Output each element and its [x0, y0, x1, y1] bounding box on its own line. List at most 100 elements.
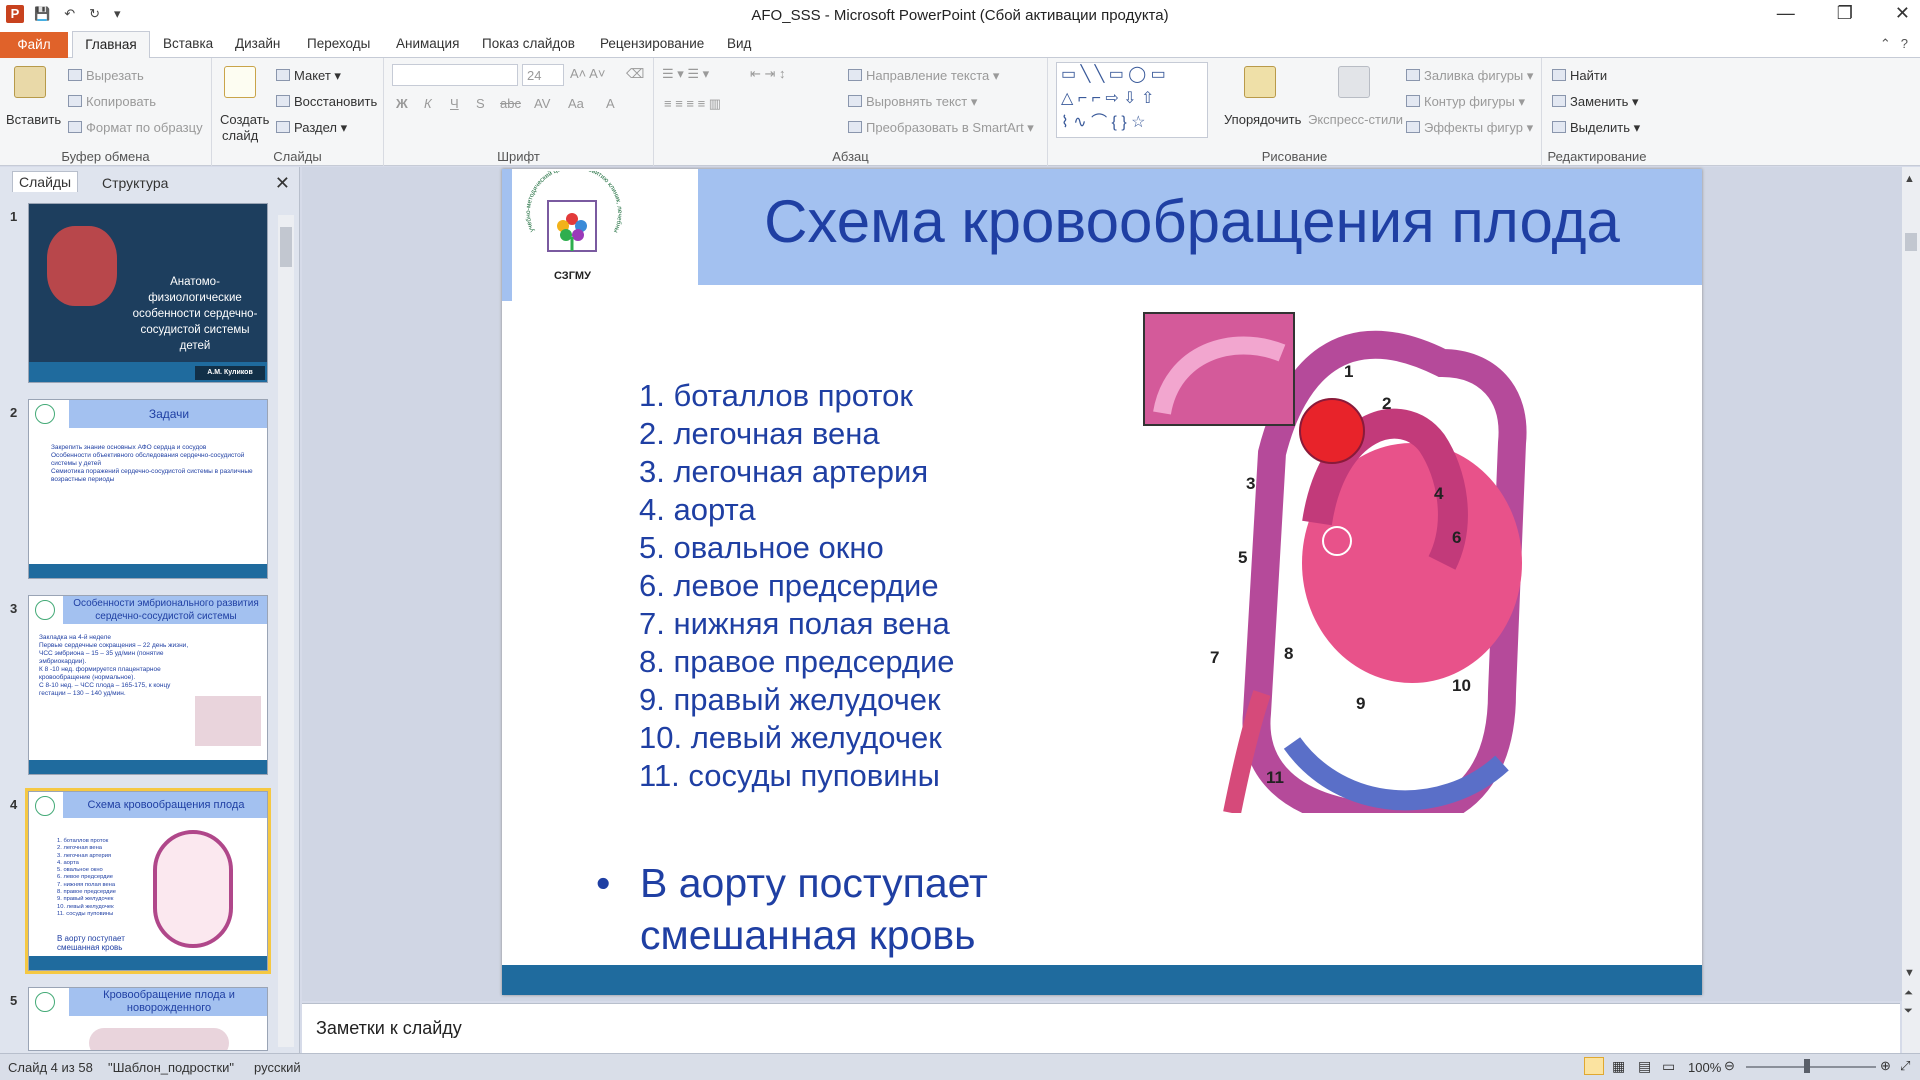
paste-icon[interactable]: [14, 66, 46, 98]
new-slide-button-line2[interactable]: слайд: [222, 128, 258, 143]
slide-thumbnail-2[interactable]: Задачи Закрепить знание основных АФО сер…: [28, 399, 268, 579]
slide-edit-area: учебно-методический центр по развитию кл…: [302, 167, 1902, 1001]
align-text-button[interactable]: Выровнять текст ▾: [848, 94, 977, 110]
help-icon[interactable]: ?: [1901, 36, 1908, 52]
tab-slideshow[interactable]: Показ слайдов: [482, 36, 575, 51]
list-item: 9. правый желудочек: [639, 682, 941, 717]
zoom-level[interactable]: 100%: [1688, 1060, 1721, 1075]
prev-slide-icon[interactable]: ⏶: [1904, 987, 1913, 1000]
tab-insert[interactable]: Вставка: [163, 36, 213, 51]
next-slide-icon[interactable]: ⏷: [1904, 1005, 1913, 1018]
thumb-line: 4. аорта: [57, 859, 79, 866]
font-grow-icon[interactable]: A˄ A˅: [570, 66, 605, 81]
section-button[interactable]: Раздел ▾: [276, 120, 347, 136]
theme-name[interactable]: "Шаблон_подростки": [108, 1060, 234, 1075]
notes-pane[interactable]: Заметки к слайду: [302, 1003, 1900, 1053]
bullets-icon[interactable]: ☰ ▾ ☰ ▾: [662, 66, 709, 82]
ribbon-tabs: Файл Главная Вставка Дизайн Переходы Ани…: [0, 30, 1920, 59]
char-spacing-button[interactable]: AV: [534, 96, 550, 111]
zoom-slider-handle[interactable]: [1804, 1059, 1810, 1073]
slide-thumbnail-1[interactable]: Анатомо-физиологические особенности серд…: [28, 203, 268, 383]
tab-view[interactable]: Вид: [727, 36, 751, 51]
structure-list[interactable]: 1. боталлов проток 2. легочная вена 3. л…: [639, 377, 955, 795]
thumb-line: 5. овальное окно: [57, 867, 103, 874]
scroll-up-icon[interactable]: ▲: [1904, 173, 1915, 185]
font-size-select[interactable]: 24: [522, 64, 564, 86]
strikethrough-button[interactable]: abc: [500, 96, 521, 111]
shape-outline-button[interactable]: Контур фигуры ▾: [1406, 94, 1525, 110]
arrange-icon[interactable]: [1244, 66, 1276, 98]
fetal-circulation-diagram: 1 2 3 4 5 6 7 8 9 10 11: [1143, 312, 1527, 813]
scrollbar-thumb[interactable]: [280, 227, 292, 267]
scroll-down-icon[interactable]: ▼: [1904, 967, 1915, 979]
tab-design[interactable]: Дизайн: [235, 36, 280, 51]
underline-button[interactable]: Ч: [450, 96, 459, 111]
replace-button[interactable]: Заменить ▾: [1552, 94, 1639, 110]
slide-vertical-scrollbar[interactable]: ▲ ▼ ⏶ ⏷: [1902, 167, 1920, 1053]
tab-slides-panel[interactable]: Слайды: [12, 171, 79, 192]
close-panel-icon[interactable]: ✕: [275, 173, 290, 194]
collapse-ribbon-icon[interactable]: ⌃: [1880, 36, 1891, 52]
change-case-button[interactable]: Aa: [568, 96, 584, 111]
slide-title[interactable]: Схема кровообращения плода: [702, 187, 1682, 256]
tab-home[interactable]: Главная: [72, 31, 150, 59]
tab-animations[interactable]: Анимация: [396, 36, 459, 51]
quick-styles-button[interactable]: Экспресс-стили: [1308, 112, 1403, 127]
scrollbar-thumb[interactable]: [1905, 233, 1917, 251]
reset-button[interactable]: Восстановить: [276, 94, 377, 109]
thumb-number: 1: [10, 209, 18, 224]
tab-transitions[interactable]: Переходы: [307, 36, 370, 51]
minimize-icon[interactable]: —: [1777, 3, 1795, 24]
reading-view-icon[interactable]: ▤: [1638, 1058, 1651, 1075]
indent-icons[interactable]: ⇤ ⇥ ↕: [750, 66, 786, 82]
shadow-button[interactable]: S: [476, 96, 485, 111]
smartart-label: Преобразовать в SmartArt: [866, 120, 1024, 135]
close-icon[interactable]: ✕: [1895, 3, 1910, 24]
slide-canvas[interactable]: учебно-методический центр по развитию кл…: [502, 169, 1702, 995]
font-color-button[interactable]: A: [606, 96, 615, 111]
tab-review[interactable]: Рецензирование: [600, 36, 704, 51]
tab-outline-panel[interactable]: Структура: [96, 173, 174, 193]
quick-styles-icon[interactable]: [1338, 66, 1370, 98]
format-painter-button[interactable]: Формат по образцу: [68, 120, 203, 135]
thumbnails-scrollbar[interactable]: [278, 215, 294, 1047]
select-button[interactable]: Выделить ▾: [1552, 120, 1640, 136]
slideshow-icon[interactable]: ▭: [1662, 1058, 1675, 1075]
font-family-select[interactable]: [392, 64, 518, 86]
brush-icon: [68, 121, 82, 133]
clear-format-icon[interactable]: ⌫: [626, 66, 644, 82]
slide-thumbnail-4[interactable]: Схема кровообращения плода 1. боталлов п…: [25, 788, 271, 974]
bold-button[interactable]: Ж: [396, 96, 408, 111]
smartart-button[interactable]: Преобразовать в SmartArt ▾: [848, 120, 1034, 136]
notes-placeholder[interactable]: Заметки к слайду: [316, 1018, 462, 1039]
italic-button[interactable]: К: [424, 96, 432, 111]
zoom-out-icon[interactable]: ⊖: [1724, 1058, 1735, 1074]
text-direction-button[interactable]: Направление текста ▾: [848, 68, 999, 84]
thumb-line: 3. легочная артерия: [57, 852, 112, 859]
shape-effects-button[interactable]: Эффекты фигур ▾: [1406, 120, 1533, 136]
restore-icon[interactable]: ❐: [1837, 3, 1853, 24]
align-icons[interactable]: ≡ ≡ ≡ ≡ ▥: [664, 96, 721, 112]
shapes-gallery[interactable]: ▭ ╲ ╲ ▭ ◯ ▭ △ ⌐ ⌐ ⇨ ⇩ ⇧ ⌇ ∿ ⌒ { } ☆: [1056, 62, 1208, 138]
find-button[interactable]: Найти: [1552, 68, 1607, 83]
slide-thumbnail-5[interactable]: Кровообращение плода и новорожденного: [28, 987, 268, 1051]
paste-button[interactable]: Вставить: [6, 112, 61, 127]
arrange-button[interactable]: Упорядочить: [1224, 112, 1301, 127]
copy-button[interactable]: Копировать: [68, 94, 156, 109]
new-slide-icon[interactable]: [224, 66, 256, 98]
diagram-label: 6: [1452, 528, 1461, 547]
shape-fill-button[interactable]: Заливка фигуры ▾: [1406, 68, 1533, 84]
normal-view-icon[interactable]: [1584, 1057, 1604, 1075]
tab-file[interactable]: Файл: [0, 32, 68, 58]
cut-button[interactable]: Вырезать: [68, 68, 144, 83]
scissors-icon: [68, 69, 82, 81]
layout-button[interactable]: Макет ▾: [276, 68, 341, 84]
slide-footer-band: [502, 965, 1702, 995]
language-indicator[interactable]: русский: [254, 1060, 301, 1075]
new-slide-button[interactable]: Создать: [220, 112, 269, 127]
zoom-slider[interactable]: [1746, 1066, 1876, 1068]
slide-thumbnail-3[interactable]: Особенности эмбрионального развития серд…: [28, 595, 268, 775]
zoom-in-icon[interactable]: ⊕: [1880, 1058, 1891, 1074]
fit-to-window-icon[interactable]: ⤢: [1900, 1058, 1910, 1074]
slide-sorter-icon[interactable]: ▦: [1612, 1058, 1625, 1075]
